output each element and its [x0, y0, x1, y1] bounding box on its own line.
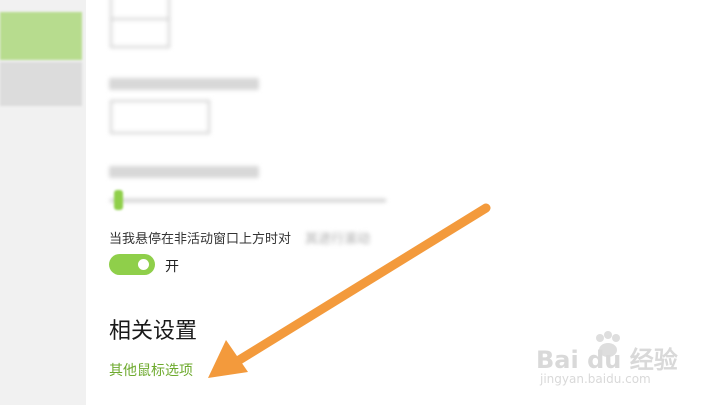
dropdown-primary-button[interactable] — [110, 18, 170, 48]
baidu-paw-icon — [596, 331, 620, 357]
settings-window: 当我悬停在非活动窗口上方时对 其进行滚动 开 相关设置 其他鼠标选项 Bai d… — [0, 0, 702, 405]
related-settings-title: 相关设置 — [109, 319, 198, 344]
baidu-watermark: Bai du 经验 jingyan.baidu.com — [530, 330, 678, 390]
nav-item-selected[interactable] — [0, 12, 82, 60]
dropdown-top-partial[interactable] — [110, 0, 170, 20]
hover-scroll-label-blurred: 其进行滚动 — [305, 232, 371, 247]
toggle-knob — [138, 259, 149, 270]
toggle-state-label: 开 — [165, 259, 179, 275]
nav-pane — [0, 0, 86, 405]
other-mouse-options-link[interactable]: 其他鼠标选项 — [109, 360, 193, 380]
scroll-mode-dropdown[interactable] — [110, 100, 210, 134]
watermark-url: jingyan.baidu.com — [540, 372, 651, 386]
scroll-lines-slider-thumb[interactable] — [114, 190, 123, 210]
lines-to-scroll-label — [109, 166, 259, 178]
hover-scroll-toggle[interactable] — [109, 254, 155, 275]
annotation-arrow-icon — [208, 203, 491, 378]
watermark-brand: Bai du 经验 — [536, 346, 678, 374]
scroll-wheel-label — [109, 78, 259, 90]
nav-item[interactable] — [0, 62, 82, 106]
hover-scroll-label: 当我悬停在非活动窗口上方时对 — [109, 232, 292, 247]
scroll-lines-slider-track[interactable] — [110, 199, 386, 202]
